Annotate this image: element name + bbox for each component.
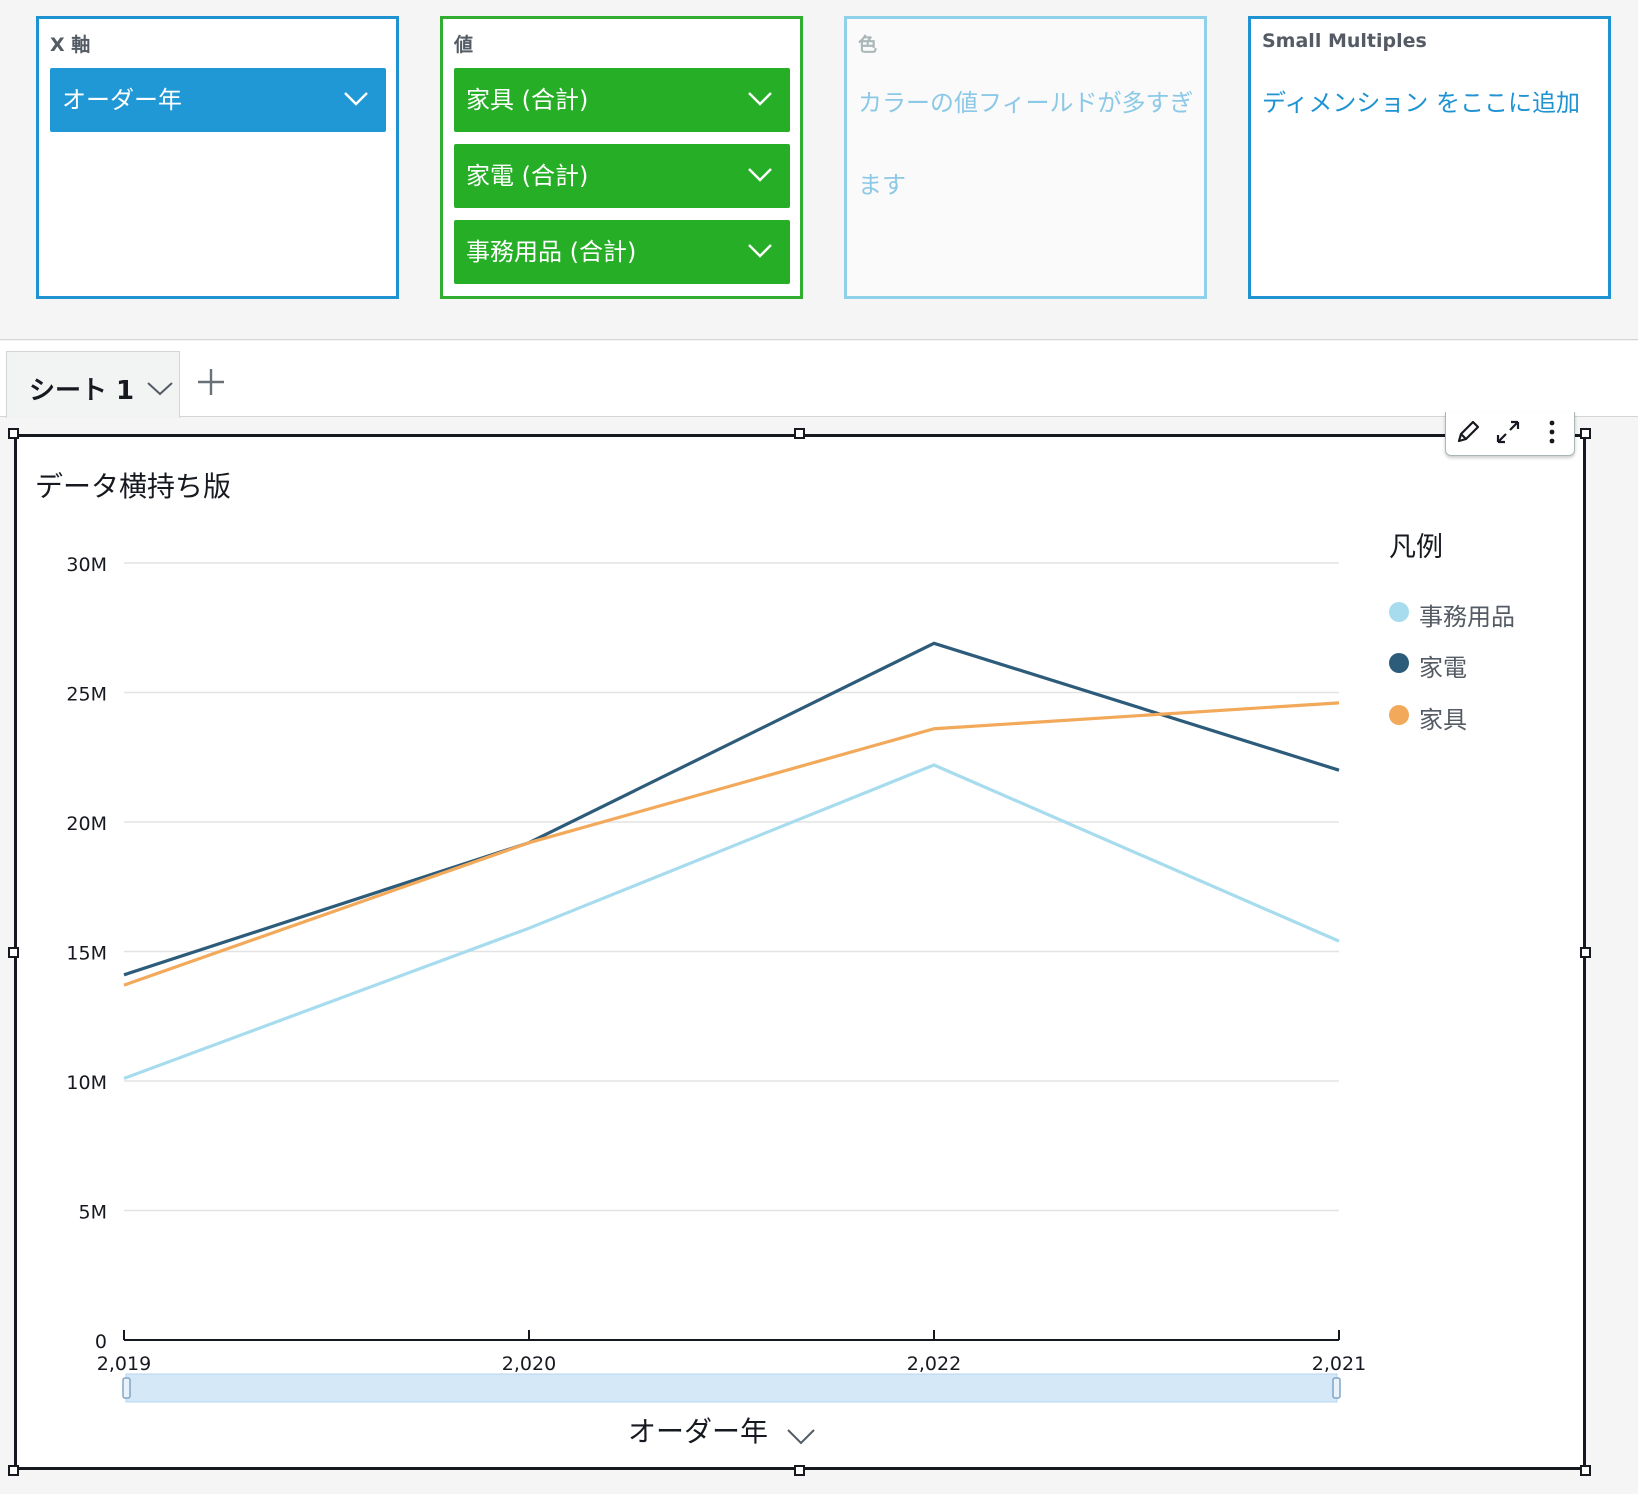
field-wells: X 軸 オーダー年 値 家具 (合計) 家電 (合計) 事務用品 (合計) 色 …	[0, 0, 1638, 340]
legend-swatch	[1389, 705, 1409, 725]
xaxis-field-chip[interactable]: オーダー年	[50, 68, 386, 132]
value-field-label: 家電 (合計)	[466, 162, 589, 190]
color-well-title: 色	[858, 34, 878, 56]
more-options-icon[interactable]	[1538, 418, 1566, 446]
chevron-down-icon[interactable]	[748, 244, 772, 258]
legend-swatch	[1389, 653, 1409, 673]
chevron-down-icon[interactable]	[748, 168, 772, 182]
value-well-title: 値	[454, 34, 474, 56]
resize-handle-top-left[interactable]	[8, 428, 19, 439]
visual-toolbar	[1445, 412, 1575, 456]
legend-label: 家具	[1419, 706, 1467, 734]
chevron-down-icon[interactable]	[748, 92, 772, 106]
resize-handle-right[interactable]	[1580, 947, 1591, 958]
add-sheet-icon[interactable]	[196, 367, 226, 397]
color-well-message-cont: ます	[858, 171, 906, 199]
resize-handle-bottom[interactable]	[794, 1465, 805, 1476]
tab-sheet-1[interactable]: シート 1	[6, 351, 180, 418]
value-field-chip-appliances[interactable]: 家電 (合計)	[454, 144, 790, 208]
resize-handle-bottom-right[interactable]	[1580, 1465, 1591, 1476]
pencil-icon[interactable]	[1454, 418, 1482, 446]
small-multiples-well-title: Small Multiples	[1262, 30, 1427, 52]
tab-label: シート 1	[29, 376, 135, 406]
xaxis-field-label: オーダー年	[62, 86, 182, 114]
legend-swatch	[1389, 602, 1409, 622]
x-axis-title: オーダー年	[628, 1415, 769, 1448]
chevron-down-icon[interactable]	[344, 92, 368, 106]
resize-handle-top-right[interactable]	[1580, 428, 1591, 439]
xaxis-well[interactable]: X 軸 オーダー年	[36, 16, 399, 299]
legend-label: 家電	[1419, 654, 1467, 682]
value-field-label: 事務用品 (合計)	[466, 238, 637, 266]
x-axis-title-control[interactable]: オーダー年	[628, 1410, 815, 1450]
resize-handle-top[interactable]	[794, 428, 805, 439]
color-well: 色 カラーの値フィールドが多すぎ ます	[844, 16, 1207, 299]
expand-icon[interactable]	[1494, 418, 1522, 446]
value-well[interactable]: 値 家具 (合計) 家電 (合計) 事務用品 (合計)	[440, 16, 803, 299]
resize-handle-bottom-left[interactable]	[8, 1465, 19, 1476]
legend-label: 事務用品	[1419, 603, 1515, 631]
visual-title: データ横持ち版	[35, 470, 232, 503]
sheet-tab-bar: シート 1	[0, 341, 1638, 418]
resize-handle-left[interactable]	[8, 947, 19, 958]
small-multiples-placeholder[interactable]: ディメンション をここに追加	[1262, 83, 1580, 118]
value-field-label: 家具 (合計)	[466, 86, 589, 114]
color-well-message: カラーの値フィールドが多すぎ	[858, 89, 1194, 117]
xaxis-well-title: X 軸	[50, 34, 91, 56]
chevron-down-icon[interactable]	[787, 1428, 815, 1445]
chevron-down-icon[interactable]	[147, 382, 173, 396]
value-field-chip-furniture[interactable]: 家具 (合計)	[454, 68, 790, 132]
value-field-chip-office[interactable]: 事務用品 (合計)	[454, 220, 790, 284]
legend-title: 凡例	[1389, 532, 1443, 563]
small-multiples-well[interactable]: Small Multiples ディメンション をここに追加	[1248, 16, 1611, 299]
line-chart-visual[interactable]: データ横持ち版 凡例 事務用品 家電 家具	[14, 434, 1586, 1470]
